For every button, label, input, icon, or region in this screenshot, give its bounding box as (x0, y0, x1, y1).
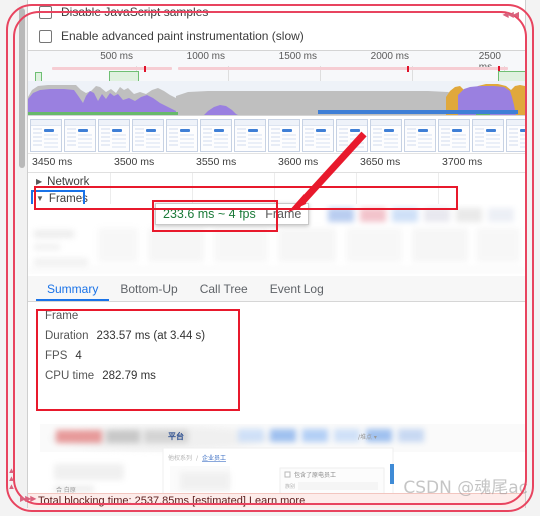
overview-ruler: 500 ms 1000 ms 1500 ms 2000 ms 2500 ms (28, 51, 525, 73)
tab-event-log[interactable]: Event Log (259, 282, 335, 301)
svg-text:族别: 族别 (285, 483, 295, 490)
summary-label: CPU time (45, 370, 95, 382)
summary-row-fps: FPS 4 (38, 346, 242, 366)
summary-value: 282.79 ms (102, 370, 156, 382)
setting-label: Disable JavaScript samples (61, 5, 209, 19)
annotation-chevrons-left: ▲▲▲ (7, 466, 16, 490)
filmstrip-thumbnail[interactable] (472, 119, 504, 152)
overview-tick: 2000 ms (370, 51, 409, 62)
overview-network-marker (144, 66, 146, 72)
filmstrip-thumbnail[interactable] (166, 119, 198, 152)
timeline-overview[interactable]: 500 ms 1000 ms 1500 ms 2000 ms 2500 ms (28, 50, 525, 116)
svg-text:他权系列: 他权系列 (168, 454, 192, 462)
overview-network-band (178, 67, 508, 70)
overview-tick: 1000 ms (186, 51, 225, 62)
summary-row-duration: Duration 233.57 ms (at 3.44 s) (38, 326, 242, 346)
tooltip-duration-fps: 233.6 ms ~ 4 fps (163, 207, 256, 221)
ruler-tick: 3500 ms (114, 156, 155, 168)
chevron-down-icon[interactable]: ▼ (36, 194, 44, 203)
overview-network-band (52, 67, 172, 70)
timeline-ruler: 3450 ms 3500 ms 3550 ms 3600 ms 3650 ms … (28, 154, 525, 173)
chevron-right-icon[interactable]: ▶ (36, 177, 42, 186)
tab-bottom-up[interactable]: Bottom-Up (109, 282, 188, 301)
checkbox-icon[interactable] (39, 5, 52, 19)
filmstrip-thumbnail[interactable] (200, 119, 232, 152)
devtools-performance-panel: Disable JavaScript samples Enable advanc… (27, 0, 526, 508)
filmstrip-thumbnail[interactable] (30, 119, 62, 152)
track-label-frames: Frames (48, 192, 88, 205)
tab-summary[interactable]: Summary (36, 282, 110, 301)
track-row-network[interactable]: ▶ Network (28, 173, 525, 190)
filmstrip-thumbnail[interactable] (234, 119, 266, 152)
summary-label: Duration (45, 330, 89, 342)
annotation-chevrons-top: ◀◀◀ (502, 10, 520, 19)
filmstrip-thumbnail[interactable] (404, 119, 436, 152)
svg-text:平台: 平台 (168, 431, 184, 441)
summary-value: 4 (75, 350, 82, 362)
overview-tick: 500 ms (100, 51, 133, 62)
setting-label: Enable advanced paint instrumentation (s… (61, 29, 304, 43)
setting-advanced-paint[interactable]: Enable advanced paint instrumentation (s… (28, 24, 525, 48)
overview-cpu-chart (28, 81, 525, 115)
svg-text:/堆点 ▾: /堆点 ▾ (358, 433, 377, 441)
summary-details: Frame Duration 233.57 ms (at 3.44 s) FPS… (38, 306, 242, 386)
overview-body (28, 66, 525, 115)
summary-label: FPS (45, 350, 68, 362)
screenshot-root: Disable JavaScript samples Enable advanc… (0, 0, 540, 516)
total-blocking-time-text[interactable]: Total blocking time: 2537.85ms [estimate… (38, 495, 305, 507)
annotation-chevrons-bottom: ▶▶▶ (20, 494, 37, 503)
filmstrip-track[interactable] (28, 116, 525, 154)
overview-tick: 1500 ms (278, 51, 317, 62)
filmstrip-thumbnail[interactable] (98, 119, 130, 152)
summary-title-row: Frame (38, 306, 242, 326)
details-tab-bar[interactable]: Summary Bottom-Up Call Tree Event Log (28, 276, 525, 302)
checkbox-icon[interactable] (39, 29, 52, 43)
ruler-tick: 3450 ms (32, 156, 73, 168)
ruler-tick: 3550 ms (196, 156, 237, 168)
summary-title: Frame (45, 310, 79, 322)
annotation-arrow-icon (288, 131, 367, 212)
svg-text:包含了原电员工: 包含了原电员工 (294, 471, 336, 479)
tab-call-tree[interactable]: Call Tree (189, 282, 259, 301)
setting-disable-js-samples[interactable]: Disable JavaScript samples (28, 0, 525, 24)
overview-network-marker (407, 66, 409, 72)
csdn-watermark: CSDN @魂尾ac (403, 478, 528, 498)
track-label-network: Network (47, 175, 90, 188)
svg-text:企业员工: 企业员工 (202, 454, 226, 462)
filmstrip-thumbnail[interactable] (132, 119, 164, 152)
ruler-tick: 3700 ms (442, 156, 483, 168)
filmstrip-thumbnail[interactable] (64, 119, 96, 152)
filmstrip-thumbnail[interactable] (438, 119, 470, 152)
summary-value: 233.57 ms (at 3.44 s) (96, 330, 206, 342)
page-scroll-thumb[interactable] (19, 8, 25, 168)
summary-row-cpu-time: CPU time 282.79 ms (38, 366, 242, 386)
filmstrip-thumbnail[interactable] (506, 119, 525, 152)
filmstrip-thumbnail[interactable] (370, 119, 402, 152)
